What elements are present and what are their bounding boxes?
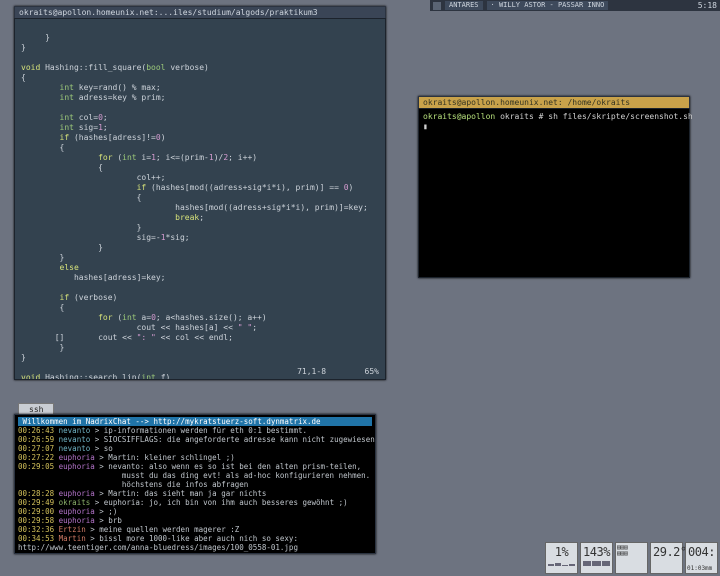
monitor-value: 1% [548,545,575,559]
prompt-user: okraits@apollon [423,112,495,121]
monitor-value: 004: [688,545,715,559]
ssh-welcome: Willkommen im NadrixChat --> http://mykr… [18,417,372,426]
terminal-command: sh files/skripte/screenshot.sh [548,112,693,121]
window-titlebar[interactable]: okraits@apollon.homeunix.net: /home/okra… [418,96,690,108]
taskbar-clock: 5:18 [698,1,717,10]
monitor-sub: 01:03mm [687,566,716,572]
monitor-uptime: 004: 01:03mm [685,542,718,574]
title-text: okraits@apollon.homeunix.net: /home/okra… [423,98,630,107]
cursor-icon: ▮ [423,122,428,131]
editor-window: okraits@apollon.homeunix.net:...iles/stu… [14,6,386,380]
monitor-value: 29.2° [653,545,680,559]
taskbar-item[interactable]: ANTARES [445,1,483,10]
prompt-path: okraits [500,112,534,121]
monitor-net: ▤▤▤▤▤▤ [615,542,648,574]
taskbar-menu-icon[interactable] [433,2,441,10]
monitor-cpu: 1% [545,542,578,574]
ssh-window: Willkommen im NadrixChat --> http://mykr… [14,414,376,554]
monitor-value: 143% [583,545,610,559]
monitor-temp: 29.2° [650,542,683,574]
title-text: okraits@apollon.homeunix.net:...iles/stu… [19,8,318,17]
terminal-window: okraits@apollon.homeunix.net: /home/okra… [418,96,690,278]
monitor-bars-icon: ▤▤▤▤▤▤ [617,545,646,557]
taskbar-item[interactable]: · WILLY ASTOR - PASSAR INNO [487,1,609,10]
taskbar: ANTARES · WILLY ASTOR - PASSAR INNO 5:18 [430,0,720,11]
code-content: } } void Hashing::fill_square(bool verbo… [21,33,386,380]
terminal-body[interactable]: okraits@apollon okraits # sh files/skrip… [418,108,690,278]
system-monitors: 1% 143% ▤▤▤▤▤▤ 29.2° 004: 01:03mm [545,542,718,574]
editor-status: 71,1-8 65% [297,367,379,377]
monitor-mem: 143% [580,542,613,574]
ssh-log: 00:26:43 nevanto > ip-informationen werd… [18,426,376,554]
ssh-body[interactable]: Willkommen im NadrixChat --> http://mykr… [14,414,376,554]
editor-body[interactable]: } } void Hashing::fill_square(bool verbo… [14,18,386,380]
window-titlebar[interactable]: okraits@apollon.homeunix.net:...iles/stu… [14,6,386,18]
